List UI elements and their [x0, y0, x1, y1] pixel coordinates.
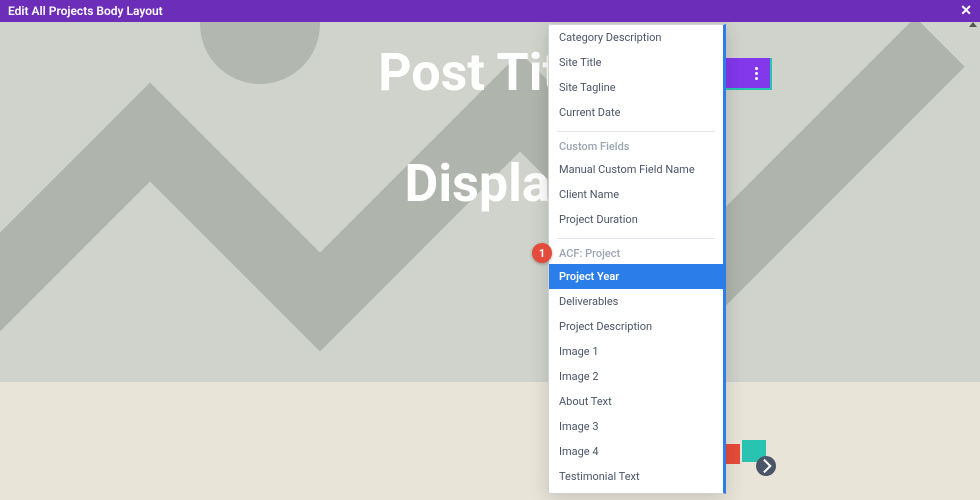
dynamic-content-dropdown: 1 Category DescriptionSite TitleSite Tag…: [548, 24, 768, 494]
dropdown-item[interactable]: Image 1: [549, 339, 723, 364]
scroll-up-caret[interactable]: [969, 22, 977, 30]
dropdown-group-label: Custom Fields: [549, 134, 723, 157]
dropdown-item[interactable]: Project Duration: [549, 207, 723, 232]
editor-title: Edit All Projects Body Layout: [8, 4, 163, 18]
dropdown-item[interactable]: Image 2: [549, 364, 723, 389]
dropdown-item[interactable]: Client Name: [549, 182, 723, 207]
close-icon[interactable]: ✕: [960, 4, 972, 18]
hero-background: Post Title Display: [0, 22, 980, 382]
dropdown-item[interactable]: Project Year: [549, 264, 723, 289]
dropdown-list[interactable]: Category DescriptionSite TitleSite Tagli…: [548, 24, 726, 494]
dropdown-group-label: ACF: Project: [549, 241, 723, 264]
hero-line-2: Post Title: [0, 42, 980, 103]
hero-text: Post Title Display: [0, 22, 980, 214]
editor-titlebar: Edit All Projects Body Layout ✕: [0, 0, 980, 22]
dropdown-item[interactable]: Deliverables: [549, 289, 723, 314]
dropdown-item[interactable]: Current Date: [549, 100, 723, 125]
dropdown-item[interactable]: Project Description: [549, 314, 723, 339]
dropdown-item[interactable]: Site Tagline: [549, 75, 723, 100]
dropdown-item[interactable]: Image 3: [549, 414, 723, 439]
hero-line-3: Display: [0, 153, 980, 214]
dropdown-item[interactable]: Testimonial Text: [549, 464, 723, 489]
callout-badge-1: 1: [532, 243, 552, 263]
dropdown-separator: [557, 238, 715, 239]
dropdown-item[interactable]: About Text: [549, 389, 723, 414]
dropdown-item[interactable]: Testimonial Name: [549, 489, 723, 494]
dropdown-item[interactable]: Image 4: [549, 439, 723, 464]
dropdown-separator: [557, 131, 715, 132]
dropdown-item[interactable]: Site Title: [549, 50, 723, 75]
dropdown-item[interactable]: Category Description: [549, 25, 723, 50]
dropdown-item[interactable]: Manual Custom Field Name: [549, 157, 723, 182]
resize-handle-icon[interactable]: [756, 456, 776, 476]
